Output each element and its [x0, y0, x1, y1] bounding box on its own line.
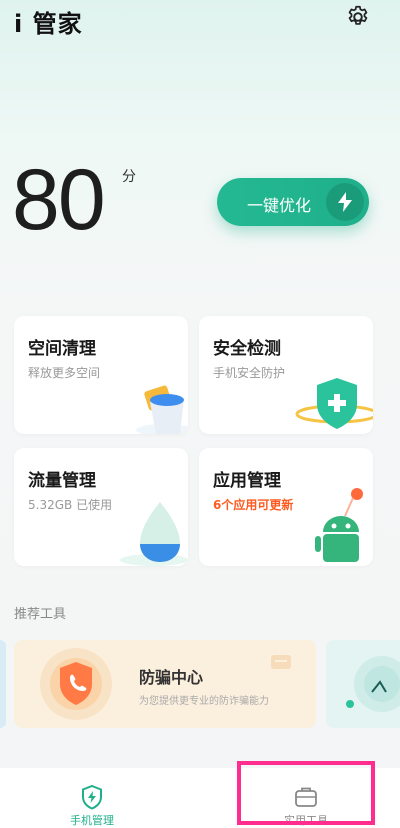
card-data-management[interactable]: 流量管理 5.32GB 已使用	[14, 448, 188, 566]
data-drop-icon	[120, 502, 188, 566]
highlight-annotation-box	[237, 761, 375, 825]
card-title: 流量管理	[28, 471, 96, 491]
tab-phone-management[interactable]: 手机管理	[22, 768, 162, 828]
card-space-cleanup[interactable]: 空间清理 释放更多空间	[14, 316, 188, 434]
tab-label: 手机管理	[70, 814, 114, 827]
card-subtitle: 5.32GB 已使用	[28, 498, 113, 512]
health-score: 80	[12, 152, 106, 248]
card-title: 安全检测	[213, 339, 281, 359]
card-title: 应用管理	[213, 471, 281, 491]
shield-bolt-icon	[82, 784, 102, 810]
score-unit: 分	[122, 169, 136, 185]
card-subtitle-updates: 6个应用可更新	[213, 498, 294, 512]
card-subtitle: 释放更多空间	[28, 366, 101, 380]
app-title: i 管家	[14, 10, 83, 38]
card-subtitle: 手机安全防护	[213, 366, 286, 380]
app-header: i 管家	[0, 0, 400, 40]
anti-fraud-shield-icon	[40, 648, 112, 720]
android-robot-icon	[315, 488, 363, 562]
security-shield-icon	[295, 378, 373, 429]
chat-bubble-icon	[271, 655, 291, 669]
carousel-next-card[interactable]	[326, 640, 400, 728]
optimize-button-label: 一键优化	[247, 196, 312, 215]
anti-fraud-banner[interactable]: 防骗中心 为您提供更专业的防诈骗能力	[14, 640, 316, 728]
lightning-icon	[326, 183, 364, 221]
carousel-prev-card[interactable]	[0, 640, 6, 728]
one-click-optimize-button[interactable]: 一键优化	[217, 178, 369, 226]
card-security-check[interactable]: 安全检测 手机安全防护	[199, 316, 373, 434]
recommended-tools-title: 推荐工具	[14, 607, 67, 622]
banner-title: 防骗中心	[139, 668, 204, 687]
banner-description: 为您提供更专业的防诈骗能力	[139, 696, 269, 707]
cleaning-bucket-icon	[136, 385, 188, 434]
card-title: 空间清理	[28, 339, 96, 359]
card-app-management[interactable]: 应用管理 6个应用可更新	[199, 448, 373, 566]
network-tool-icon	[346, 656, 400, 712]
gear-icon[interactable]	[345, 4, 371, 30]
